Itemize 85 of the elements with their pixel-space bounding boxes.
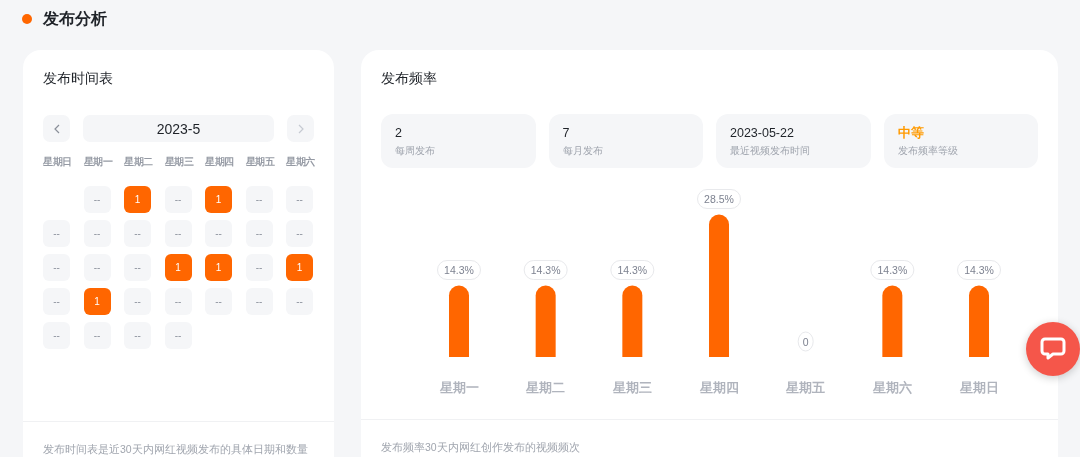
bullet-icon [22,14,32,24]
empty-day-cell: -- [245,288,273,315]
data-label: 14.3% [964,264,994,276]
data-label: 28.5% [704,193,734,205]
data-label: 14.3% [877,264,908,276]
axis-label: 星期三 [612,381,652,395]
empty-day-cell: -- [286,220,313,247]
empty-day-cell: -- [286,288,313,315]
empty-day-cell: -- [245,186,273,213]
data-label: 0 [802,335,809,348]
data-label: 14.3% [617,264,648,276]
value-label: 14.3% [437,260,481,280]
card-title: 发布时间表 [43,69,114,87]
next-month-button[interactable] [287,115,314,142]
previous-month-button[interactable] [43,115,70,142]
month-label: 2023-5 [83,115,274,142]
axis-label: 星期二 [526,381,566,395]
empty-day-cell: -- [205,288,232,315]
axis-label: 星期一 [439,381,479,395]
weekday-label: 星期三 [164,156,194,169]
empty-day-cell: -- [43,254,70,281]
value-label: 14.3% [523,260,568,280]
empty-day-cell: -- [43,220,70,247]
empty-day-cell: -- [124,220,151,247]
card-footnote: 发布时间表是近30天内网红视频发布的具体日期和数量 [43,443,309,457]
card-footnote: 发布频率30天内网红创作发布的视频频次 [381,441,581,455]
stat-label: 每月发布 [562,144,604,157]
post-count-cell: 1 [124,186,151,213]
weekday-label: 星期二 [124,156,154,169]
stat-label: 发布频率等级 [897,144,959,157]
stat-label: 最近视频发布时间 [730,144,811,157]
empty-day-cell: -- [164,186,192,213]
bar [969,285,989,357]
axis-label: 星期日 [959,381,999,395]
value-label: 14.3% [610,260,655,280]
axis-label: 星期四 [699,381,739,395]
empty-day-cell: -- [245,220,273,247]
stat-label: 每周发布 [395,144,436,157]
empty-day-cell: -- [124,254,151,281]
chevron-right-icon [297,123,304,134]
empty-day-cell: -- [83,322,111,349]
empty-day-cell: -- [245,254,273,281]
stat-value: 2023-05-22 [730,126,795,141]
empty-day-cell: -- [83,186,111,213]
empty-day-cell: -- [43,322,70,349]
data-label: 14.3% [530,264,561,276]
empty-day-cell: -- [124,322,151,349]
post-count-cell: 1 [205,254,232,281]
empty-day-cell: -- [205,220,232,247]
bar [622,285,643,357]
value-label: 14.3% [957,260,1001,280]
post-count-cell: 1 [164,254,192,281]
speech-bubble-icon [1040,337,1066,361]
empty-day-cell: -- [43,288,70,315]
weekday-label: 星期日 [43,156,73,169]
weekday-label: 星期一 [83,156,113,169]
empty-day-cell: -- [164,322,192,349]
stat-value: 2 [395,126,403,141]
stat-value: 中等 [897,126,925,141]
empty-day-cell: -- [83,220,111,247]
chat-button[interactable] [1026,322,1080,376]
empty-day-cell: -- [124,288,151,315]
bar [535,285,556,357]
post-count-cell: 1 [205,186,232,213]
chevron-left-icon [53,123,60,134]
value-label: 28.5% [697,189,741,209]
axis-label: 星期六 [872,381,912,395]
weekday-label: 星期五 [245,156,275,169]
bar [449,285,469,357]
weekday-label: 星期四 [205,156,235,169]
value-label: 0 [797,331,814,352]
section-title: 发布分析 [43,8,107,29]
card-title: 发布频率 [381,69,438,87]
data-label: 14.3% [444,264,474,276]
empty-day-cell: -- [83,254,111,281]
weekday-label: 星期六 [286,156,316,169]
stat-value: 7 [562,126,571,141]
axis-label: 星期五 [786,381,826,395]
empty-day-cell: -- [286,186,313,213]
bar [882,285,903,357]
empty-day-cell: -- [164,288,192,315]
value-label: 14.3% [870,260,915,280]
post-count-cell: 1 [286,254,313,281]
empty-day-cell: -- [164,220,192,247]
post-count-cell: 1 [83,288,111,315]
